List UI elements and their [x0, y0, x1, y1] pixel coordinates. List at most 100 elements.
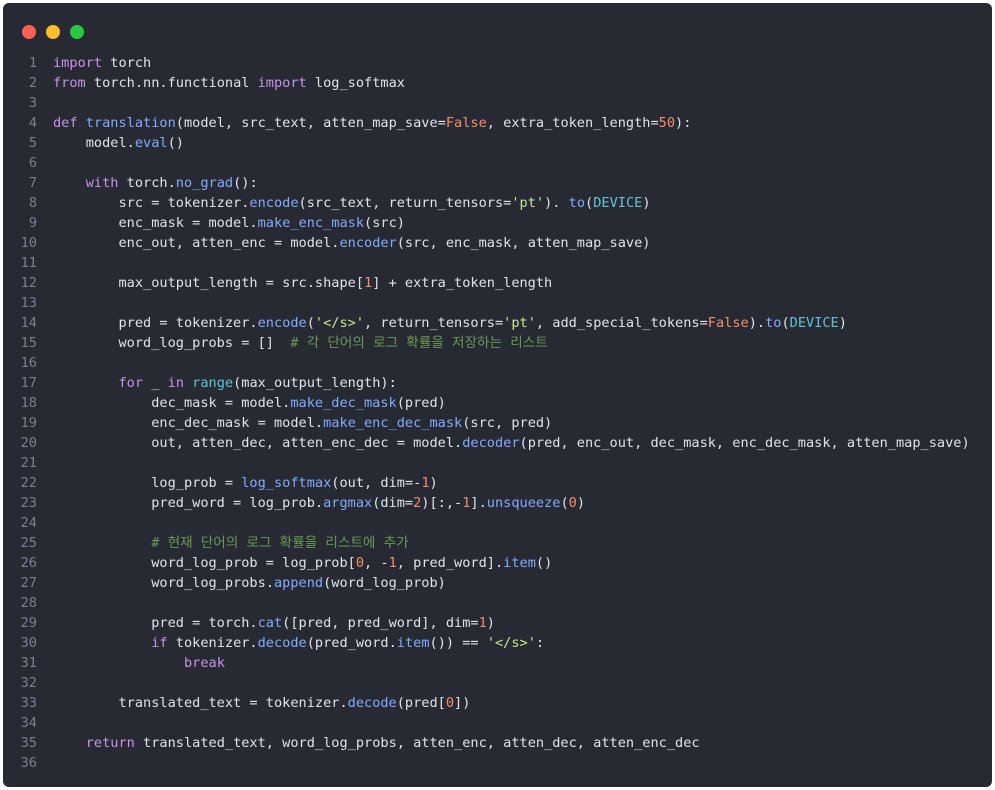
line-number: 33: [20, 695, 37, 711]
code-line: 32: [3, 673, 992, 693]
code-line: 34: [3, 713, 992, 733]
code-token: word_log_probs.: [53, 575, 274, 591]
code-token: no_grad: [175, 175, 234, 191]
minimize-button[interactable]: [46, 25, 60, 39]
code-line: 27 word_log_probs.append(word_log_prob): [3, 573, 992, 593]
line-content: enc_dec_mask = model.make_enc_dec_mask(s…: [53, 413, 552, 433]
code-token: cat: [257, 615, 283, 631]
code-token: in: [167, 375, 184, 391]
code-token: pred_word = log_prob.: [53, 495, 324, 511]
code-token: DEVICE: [593, 195, 643, 211]
code-token: 'pt': [511, 195, 545, 211]
code-line: 7 with torch.no_grad():: [3, 173, 992, 193]
line-number: 23: [20, 495, 37, 511]
line-content: pred_word = log_prob.argmax(dim=2)[:,-1]…: [53, 493, 585, 513]
code-token: with: [85, 175, 119, 191]
code-token: translation: [85, 115, 176, 131]
line-number: 12: [20, 275, 37, 291]
code-token: max_output_length = src.shape[: [53, 275, 364, 291]
code-token: make_enc_mask: [257, 215, 365, 231]
line-content: pred = tokenizer.encode('</s>', return_t…: [53, 313, 847, 333]
line-number: 35: [20, 735, 37, 751]
close-button[interactable]: [22, 25, 36, 39]
code-token: item: [396, 635, 430, 651]
code-token: ([pred, pred_word], dim=: [282, 615, 479, 631]
code-line: 10 enc_out, atten_enc = model.encoder(sr…: [3, 233, 992, 253]
code-line: 36: [3, 753, 992, 773]
code-token: pred = torch.: [53, 615, 258, 631]
code-line: 22 log_prob = log_softmax(out, dim=-1): [3, 473, 992, 493]
code-token: 1: [364, 275, 373, 291]
code-line: 33 translated_text = tokenizer.decode(pr…: [3, 693, 992, 713]
code-token: (: [781, 315, 790, 331]
line-content: log_prob = log_softmax(out, dim=-1): [53, 473, 438, 493]
code-token: 1: [478, 615, 487, 631]
code-token: translated_text, word_log_probs, atten_e…: [134, 735, 700, 751]
code-token: ): [429, 475, 438, 491]
code-token: (: [306, 315, 315, 331]
code-line: 5 model.eval(): [3, 133, 992, 153]
line-content: enc_mask = model.make_enc_mask(src): [53, 213, 404, 233]
code-token: False: [707, 315, 749, 331]
code-token: eval: [134, 135, 168, 151]
code-token: (): [167, 135, 184, 151]
code-token: (max_output_length):: [233, 375, 397, 391]
line-number: 21: [20, 455, 37, 471]
code-token: '</s>': [314, 315, 365, 331]
code-token: '</s>': [486, 635, 536, 651]
line-content: def translation(model, src_text, atten_m…: [53, 113, 691, 133]
line-number: 6: [28, 155, 37, 171]
line-number: 17: [20, 375, 37, 391]
code-token: (src_text, return_tensors=: [298, 195, 512, 211]
line-number: 1: [28, 55, 37, 71]
maximize-button[interactable]: [70, 25, 84, 39]
line-number: 27: [20, 575, 37, 591]
code-token: (src, pred): [462, 415, 553, 431]
code-token: make_dec_mask: [290, 395, 397, 411]
code-token: import: [257, 75, 307, 91]
code-window: 1 import torch 2 from torch.nn.functional i…: [3, 3, 992, 787]
code-token: model.: [53, 135, 135, 151]
code-token: item: [503, 555, 536, 571]
code-line: 3: [3, 93, 992, 113]
code-line: 28: [3, 593, 992, 613]
code-line: 2 from torch.nn.functional import log_sof…: [3, 73, 992, 93]
code-token: 0: [355, 555, 365, 571]
code-token: to: [568, 195, 586, 211]
code-line: 31 break: [3, 653, 992, 673]
code-token: 0: [445, 695, 455, 711]
code-token: , -: [364, 555, 389, 571]
line-content: word_log_probs.append(word_log_prob): [53, 573, 446, 593]
line-number: 29: [20, 615, 37, 631]
code-token: 1: [421, 475, 430, 491]
code-line: 1 import torch: [3, 53, 992, 73]
line-number: 14: [20, 315, 37, 331]
line-number: 24: [20, 515, 37, 531]
line-number: 36: [20, 755, 37, 771]
code-token: 50: [658, 115, 676, 131]
code-token: ): [576, 495, 586, 511]
code-token: log_prob =: [53, 475, 242, 491]
code-token: (src, enc_mask, atten_map_save): [396, 235, 651, 251]
code-token: src = tokenizer.: [53, 195, 250, 211]
code-token: for: [118, 375, 144, 391]
code-token: # 현재 단어의 로그 확률을 리스트에 추가: [151, 535, 409, 551]
code-token: torch.nn.functional: [85, 75, 258, 91]
line-number: 20: [20, 435, 37, 451]
code-line: 35 return translated_text, word_log_prob…: [3, 733, 992, 753]
code-token: log_softmax: [306, 75, 405, 91]
code-token: (: [560, 495, 569, 511]
code-token: (pred_word.: [306, 635, 397, 651]
line-number: 11: [20, 255, 37, 271]
code-token: enc_out, atten_enc = model.: [53, 235, 340, 251]
code-token: import: [53, 55, 103, 71]
code-token: torch.: [118, 175, 176, 191]
line-number: 28: [20, 595, 37, 611]
code-token: ): [838, 315, 847, 331]
code-token: (dim=: [372, 495, 414, 511]
code-token: def: [53, 115, 78, 131]
